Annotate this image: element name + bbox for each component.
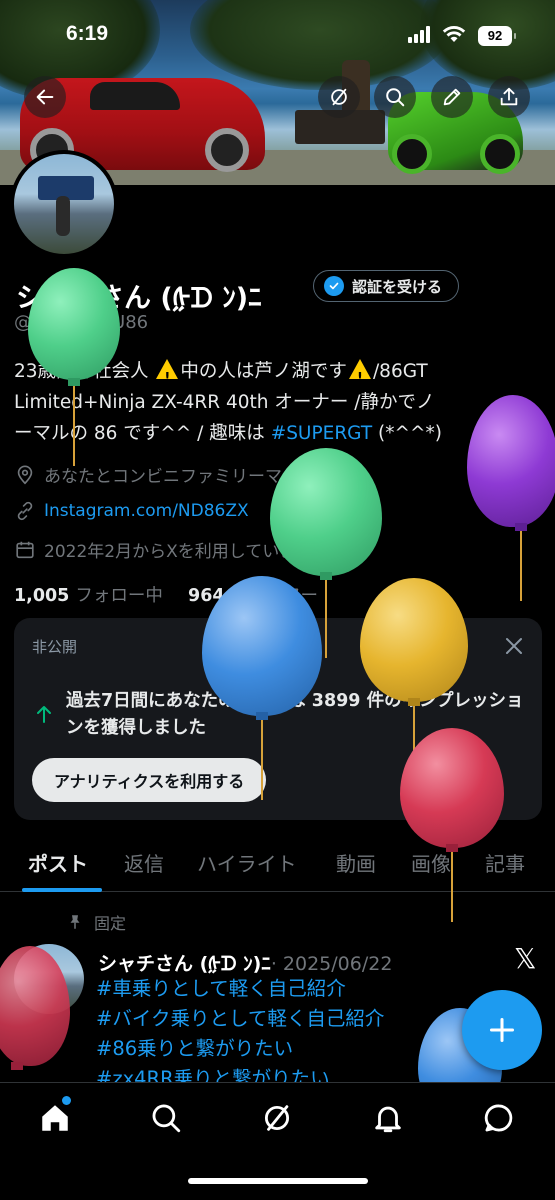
warning-icon	[348, 359, 371, 394]
post-author-avatar[interactable]	[14, 944, 84, 1014]
calendar-icon	[16, 541, 34, 558]
chevron-right-icon	[326, 544, 333, 555]
follow-stats: 1,005 フォロー中 964 フォロワー	[14, 582, 318, 607]
followers-link[interactable]: 964 フォロワー	[188, 586, 318, 606]
up-arrow-icon	[37, 706, 51, 723]
tab-posts[interactable]: ポスト	[28, 848, 88, 877]
location-icon	[17, 464, 33, 484]
link-icon	[17, 501, 33, 521]
close-icon[interactable]	[504, 636, 524, 656]
active-tab-indicator	[22, 888, 102, 892]
following-link[interactable]: 1,005 フォロー中	[14, 586, 163, 606]
profile-website[interactable]: Instagram.com/ND86ZX	[14, 500, 249, 522]
x-logo-icon: 𝕏	[514, 942, 537, 975]
pin-icon	[70, 915, 80, 929]
search-icon	[386, 88, 405, 107]
website-link[interactable]: Instagram.com/ND86ZX	[44, 501, 249, 521]
battery-indicator: 92	[478, 26, 516, 46]
cellular-signal-icon	[408, 25, 434, 43]
get-verified-button[interactable]: 認証を受ける	[313, 270, 460, 302]
status-bar: 6:19 92	[0, 0, 555, 60]
bio-line-2: Limited+Ninja ZX-4RR 40th オーナー /静かでノ	[14, 392, 435, 413]
edit-button[interactable]	[431, 76, 473, 118]
tab-videos[interactable]: 動画	[336, 848, 376, 877]
notifications-icon	[375, 1106, 401, 1133]
profile-handle: @PEDATETU86	[14, 312, 149, 333]
tab-media[interactable]: 画像	[411, 848, 451, 877]
back-arrow-icon	[36, 89, 54, 105]
explore-icon	[152, 1104, 181, 1133]
nav-notifications[interactable]	[371, 1101, 405, 1135]
grok-icon	[331, 88, 347, 106]
post-author-name[interactable]: シャチさん (ᢔᗪ ﾝ)ﾆ	[98, 953, 271, 975]
share-icon	[500, 87, 518, 106]
hashtag-link[interactable]: #車乗りとして軽く自己紹介	[96, 974, 536, 1004]
profile-joined[interactable]: 2022年2月からXを利用しています	[14, 537, 337, 562]
post-header: シャチさん (ᢔᗪ ﾝ)ﾆ· 2025/06/22	[98, 942, 392, 976]
home-notification-dot	[62, 1096, 71, 1105]
edit-icon	[443, 88, 461, 106]
grok-nav-icon	[264, 1105, 290, 1131]
hashtag-link[interactable]: #SUPERGT	[271, 423, 372, 444]
search-button[interactable]	[374, 76, 416, 118]
back-button[interactable]	[24, 76, 66, 118]
tab-highlights[interactable]: ハイライト	[197, 848, 297, 877]
pinned-label: 固定	[66, 910, 126, 934]
warning-icon	[156, 359, 179, 394]
status-time: 6:19	[66, 22, 109, 45]
private-analytics-card: 非公開 過去7日間にあなたのポストは 3899 件のインプレッションを獲得しまし…	[14, 618, 542, 820]
get-verified-label: 認証を受ける	[352, 277, 443, 296]
tab-articles[interactable]: 記事	[485, 848, 525, 877]
profile-tabs: ポスト 返信 ハイライト 動画 画像 記事	[0, 836, 555, 892]
compose-post-button[interactable]	[462, 990, 542, 1070]
profile-location: あなたとコンビニファミリーマート	[14, 462, 316, 487]
nav-messages[interactable]	[482, 1101, 516, 1135]
home-indicator	[188, 1178, 368, 1184]
bio-line-1: 23歳限界社会人 中の人は芦ノ湖です/86GT	[14, 356, 544, 394]
tab-replies[interactable]: 返信	[124, 848, 164, 877]
plus-icon	[489, 1017, 515, 1043]
bio-line-3: ーマルの 86 です^^ / 趣味は #SUPERGT (*^^*)	[14, 423, 442, 444]
impressions-message: 過去7日間にあなたのポストは 3899 件のインプレッションを獲得しました	[66, 691, 524, 738]
card-title: 非公開	[32, 638, 78, 656]
profile-name: シャチさん (ᢔᗪ ﾝ)ﾆ	[16, 283, 262, 314]
nav-explore[interactable]	[149, 1101, 183, 1135]
nav-grok[interactable]	[260, 1101, 294, 1135]
profile-bio: 23歳限界社会人 中の人は芦ノ湖です/86GT Limited+Ninja ZX…	[14, 356, 544, 449]
grok-button[interactable]	[318, 76, 360, 118]
messages-icon	[484, 1104, 513, 1132]
profile-avatar[interactable]	[10, 150, 118, 258]
nav-home[interactable]	[38, 1101, 72, 1135]
analytics-button[interactable]: アナリティクスを利用する	[32, 758, 267, 802]
home-icon	[42, 1105, 68, 1131]
verified-badge-icon	[324, 276, 344, 296]
share-button[interactable]	[488, 76, 530, 118]
wifi-icon	[442, 22, 466, 44]
post-date: · 2025/06/22	[270, 953, 393, 975]
